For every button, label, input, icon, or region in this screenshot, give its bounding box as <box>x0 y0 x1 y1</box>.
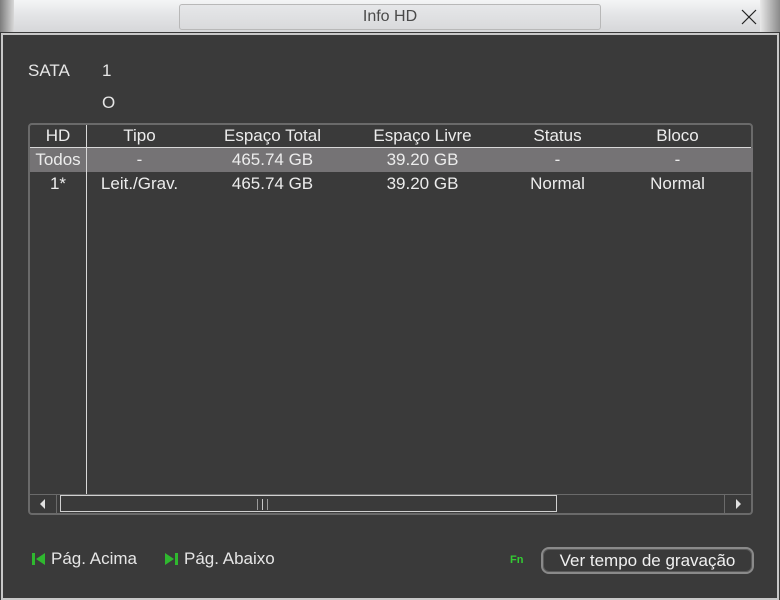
cell-status: - <box>554 150 561 169</box>
scrollbar-thumb[interactable] <box>60 495 557 512</box>
page-down-button[interactable]: Pág. Abaixo <box>164 549 275 569</box>
arrow-right-icon <box>736 499 741 509</box>
column-header-tipo: Tipo <box>123 126 156 145</box>
cell-bloco: - <box>674 150 681 169</box>
page-up-button[interactable]: Pág. Acima <box>31 549 137 569</box>
window-title: Info HD <box>179 4 601 30</box>
hd-info-table: HD Tipo Espaço Total Espaço Livre Status… <box>28 123 753 515</box>
table-header: HD Tipo Espaço Total Espaço Livre Status… <box>30 125 753 147</box>
close-button[interactable] <box>738 6 760 28</box>
page-up-icon <box>32 553 45 565</box>
table-row[interactable]: 1* Leit./Grav. 465.74 GB 39.20 GB Normal… <box>30 172 753 196</box>
page-down-icon <box>165 553 178 565</box>
table-row[interactable]: Todos - 465.74 GB 39.20 GB - - <box>30 148 753 172</box>
cell-hd: 1* <box>49 174 67 193</box>
column-header-hd: HD <box>45 126 71 145</box>
cell-hd: Todos <box>35 150 81 169</box>
column-header-bloco: Bloco <box>656 126 699 145</box>
view-record-time-button[interactable]: Ver tempo de gravação <box>541 547 754 574</box>
scroll-right-button[interactable] <box>724 495 751 513</box>
page-up-label: Pág. Acima <box>51 549 137 568</box>
page-down-label: Pág. Abaixo <box>184 549 275 568</box>
column-header-status: Status <box>533 126 582 145</box>
disk-status-symbol: O <box>102 93 116 112</box>
cell-bloco: Normal <box>650 174 705 193</box>
cell-espaco-total: 465.74 GB <box>231 174 314 193</box>
cell-status: Normal <box>530 174 585 193</box>
horizontal-scrollbar[interactable] <box>30 494 751 513</box>
column-header-espaco-total: Espaço Total <box>223 126 322 145</box>
grip-line <box>262 499 263 510</box>
fn-key-hint: Fn <box>510 554 524 566</box>
grip-line <box>257 499 258 510</box>
cell-tipo: - <box>136 150 143 169</box>
header-divider <box>30 147 751 148</box>
title-bar: Info HD <box>0 0 780 32</box>
cell-espaco-livre: 39.20 GB <box>386 174 459 193</box>
column-header-espaco-livre: Espaço Livre <box>373 126 472 145</box>
close-icon <box>741 9 757 25</box>
cell-espaco-total: 465.74 GB <box>231 150 314 169</box>
grip-line <box>267 499 268 510</box>
scroll-left-button[interactable] <box>30 495 57 513</box>
arrow-left-icon <box>40 499 45 509</box>
sata-value: 1 <box>102 61 112 80</box>
column-divider <box>86 125 87 496</box>
cell-tipo: Leit./Grav. <box>100 174 179 193</box>
cell-espaco-livre: 39.20 GB <box>386 150 459 169</box>
sata-label: SATA <box>28 61 70 80</box>
